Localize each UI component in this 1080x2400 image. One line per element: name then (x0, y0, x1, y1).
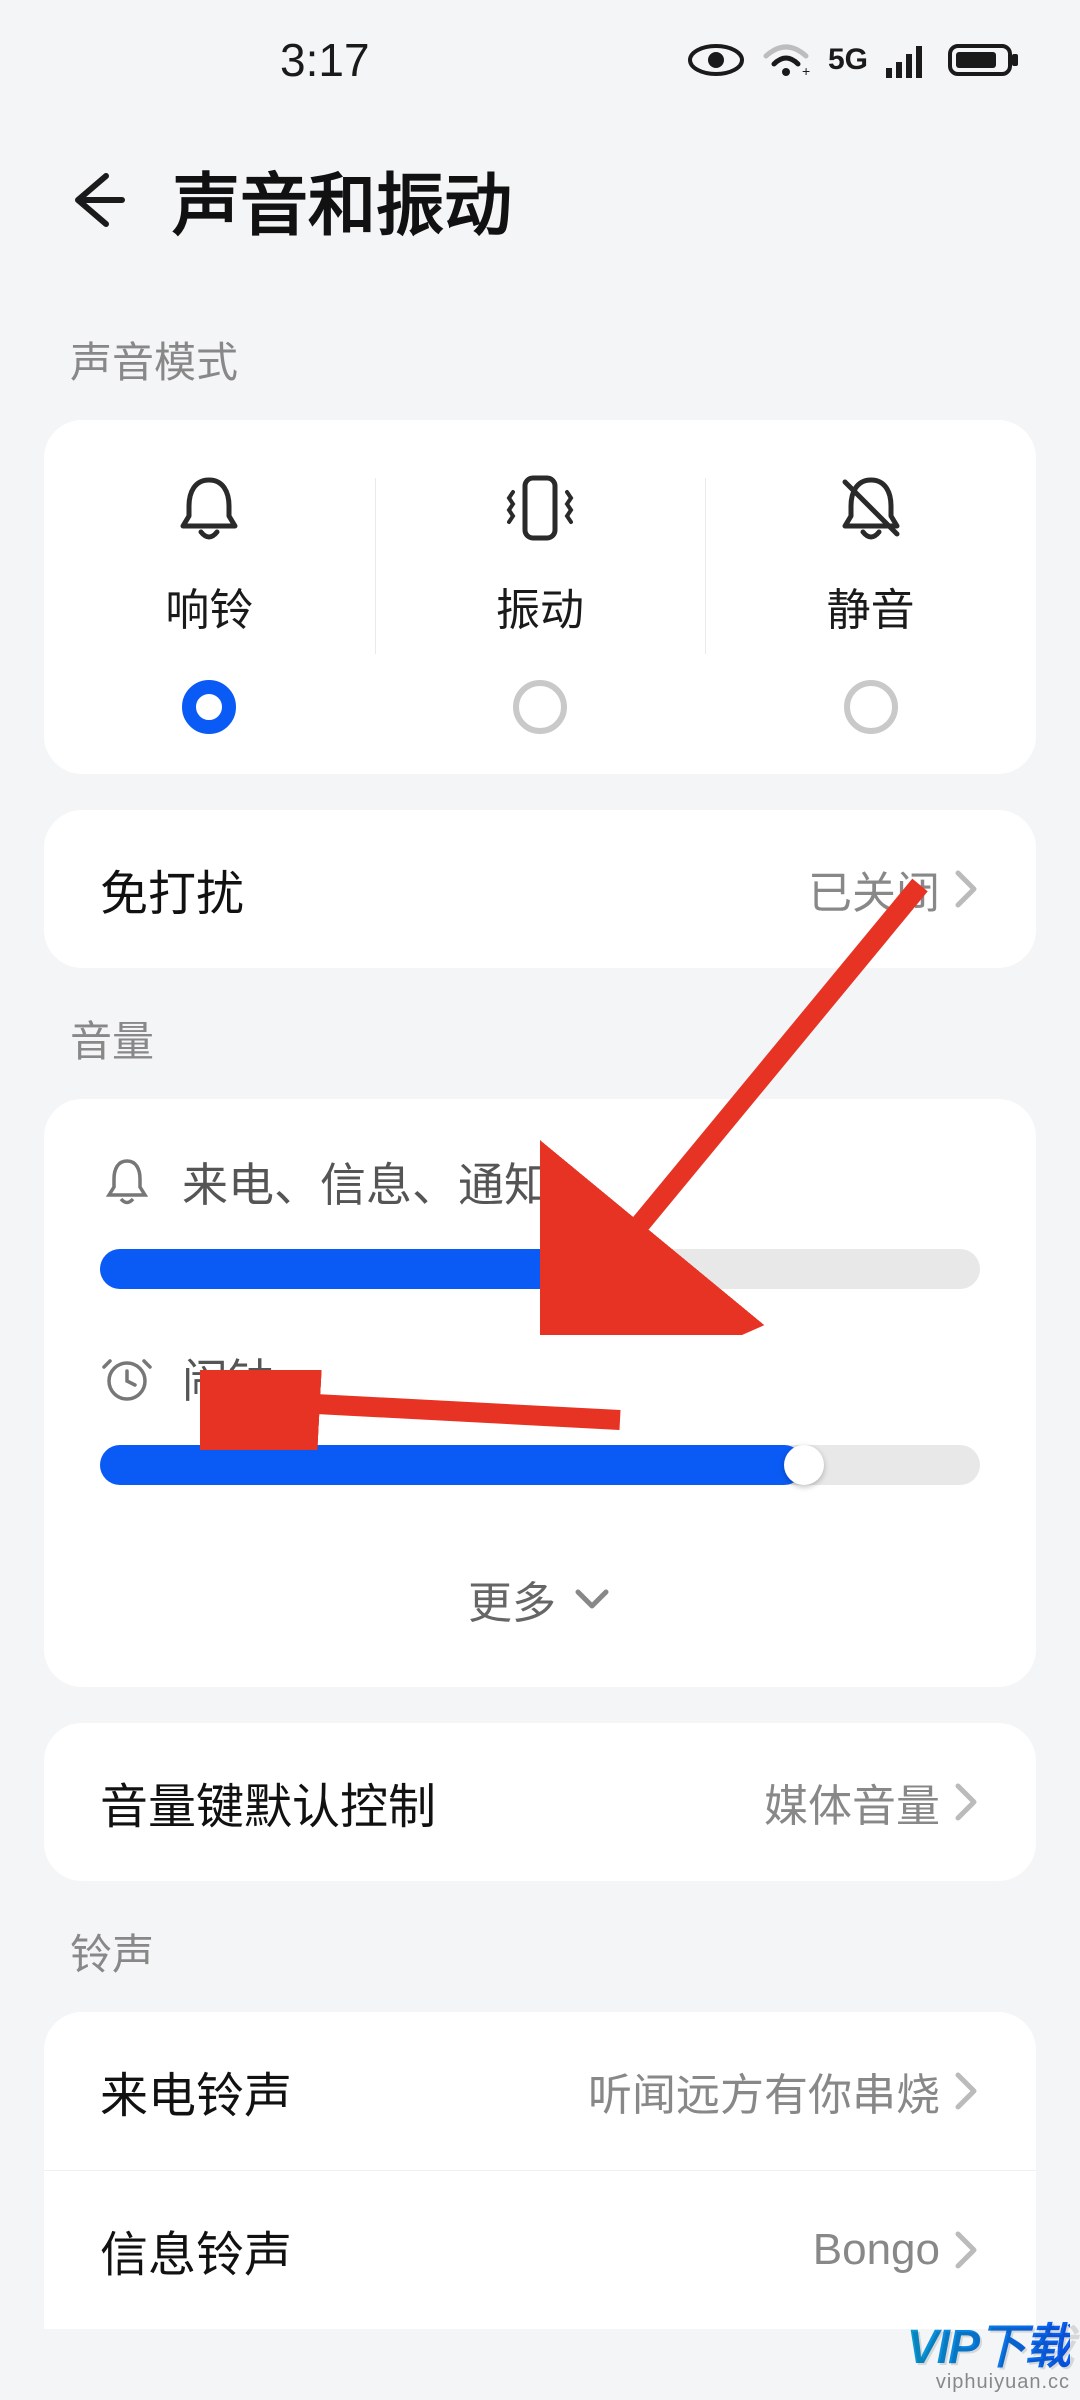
status-icons: + 5G (688, 42, 1020, 78)
ringtone-card: 来电铃声 听闻远方有你串烧 信息铃声 Bongo (44, 2012, 1036, 2329)
page-title: 声音和振动 (172, 150, 512, 249)
chevron-down-icon (572, 1586, 612, 1612)
watermark-brand: VIP下载 (907, 2307, 1070, 2377)
vibrate-icon (495, 470, 585, 546)
radio-selected[interactable] (182, 680, 236, 734)
volume-key-card: 音量键默认控制 媒体音量 (44, 1723, 1036, 1881)
page-header: 声音和振动 (0, 120, 1080, 289)
mode-vibrate[interactable]: 振动 (375, 470, 706, 734)
dnd-title: 免打扰 (100, 854, 244, 924)
bell-outline-icon (100, 1155, 154, 1209)
call-ringtone-value: 听闻远方有你串烧 (588, 2059, 980, 2123)
mode-label: 响铃 (165, 574, 253, 638)
mode-label: 静音 (827, 574, 915, 638)
section-label-ringtone: 铃声 (0, 1881, 1080, 2012)
eye-icon (688, 42, 744, 78)
chevron-right-icon (952, 867, 980, 911)
chevron-right-icon (952, 1780, 980, 1824)
mode-label: 振动 (496, 574, 584, 638)
mode-silent[interactable]: 静音 (705, 470, 1036, 734)
volume-more-button[interactable]: 更多 (100, 1541, 980, 1665)
battery-icon (948, 42, 1020, 78)
volume-key-title: 音量键默认控制 (100, 1767, 436, 1837)
section-label-sound-mode: 声音模式 (0, 289, 1080, 420)
network-label: 5G (828, 43, 868, 77)
sms-ringtone-value: Bongo (813, 2225, 980, 2275)
volume-key-value: 媒体音量 (764, 1770, 980, 1834)
volume-ring-label: 来电、信息、通知 (100, 1149, 980, 1215)
volume-alarm-label: 闹钟 (100, 1345, 980, 1411)
dnd-card: 免打扰 已关闭 (44, 810, 1036, 968)
volume-card: 来电、信息、通知 闹钟 更多 (44, 1099, 1036, 1687)
bell-off-icon (833, 470, 909, 546)
back-button[interactable] (60, 164, 132, 236)
call-ringtone-title: 来电铃声 (100, 2056, 292, 2126)
arrow-left-icon (60, 164, 132, 236)
volume-key-value-text: 媒体音量 (764, 1770, 940, 1834)
radio[interactable] (844, 680, 898, 734)
call-ringtone-row[interactable]: 来电铃声 听闻远方有你串烧 (44, 2012, 1036, 2170)
status-time: 3:17 (280, 33, 370, 87)
volume-alarm-text: 闹钟 (182, 1345, 274, 1411)
sms-ringtone-title: 信息铃声 (100, 2215, 292, 2285)
volume-alarm-slider[interactable] (100, 1445, 980, 1485)
volume-key-row[interactable]: 音量键默认控制 媒体音量 (44, 1723, 1036, 1881)
status-bar: 3:17 + 5G (0, 0, 1080, 120)
wifi-icon: + (762, 42, 810, 78)
mode-ring[interactable]: 响铃 (44, 470, 375, 734)
sms-ringtone-row[interactable]: 信息铃声 Bongo (44, 2170, 1036, 2329)
volume-ring-slider[interactable] (100, 1249, 980, 1289)
signal-icon (886, 42, 930, 78)
section-label-volume: 音量 (0, 968, 1080, 1099)
dnd-value: 已关闭 (808, 857, 980, 921)
chevron-right-icon (952, 2069, 980, 2113)
sound-mode-card: 响铃 振动 静音 (44, 420, 1036, 774)
call-ringtone-value-text: 听闻远方有你串烧 (588, 2059, 940, 2123)
radio[interactable] (513, 680, 567, 734)
svg-text:+: + (802, 63, 810, 78)
watermark: VIP下载 viphuiyuan.cc (907, 2307, 1070, 2394)
sms-ringtone-value-text: Bongo (813, 2225, 940, 2275)
watermark-url: viphuiyuan.cc (936, 2371, 1070, 2394)
alarm-icon (100, 1351, 154, 1405)
bell-icon (171, 470, 247, 546)
volume-ring-text: 来电、信息、通知 (182, 1149, 550, 1215)
dnd-row[interactable]: 免打扰 已关闭 (44, 810, 1036, 968)
volume-more-label: 更多 (468, 1567, 556, 1631)
dnd-value-text: 已关闭 (808, 857, 940, 921)
chevron-right-icon (952, 2228, 980, 2272)
